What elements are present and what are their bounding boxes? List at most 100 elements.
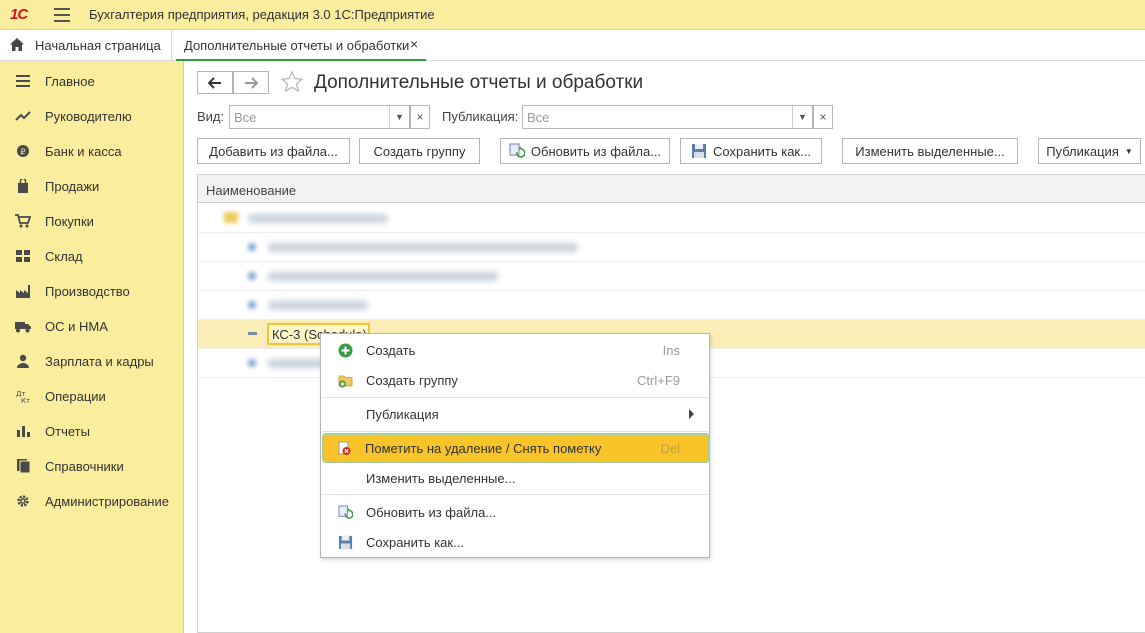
blurred-text — [248, 214, 388, 223]
sidebar-item-label: Операции — [45, 389, 106, 404]
folder-icon — [224, 212, 238, 223]
menu-item-publication[interactable]: Публикация — [322, 399, 708, 429]
menu-item-mark-delete[interactable]: Пометить на удаление / Снять пометку Del — [322, 433, 710, 463]
sidebar-item-bank[interactable]: ₽ Банк и касса — [0, 133, 183, 168]
sidebar-item-manager[interactable]: Руководителю — [0, 98, 183, 133]
change-selected-button[interactable]: Изменить выделенные... — [842, 138, 1018, 164]
app-title: Бухгалтерия предприятия, редакция 3.0 1С… — [89, 7, 435, 22]
view-filter-clear-button[interactable]: × — [410, 105, 430, 129]
table-row[interactable] — [198, 291, 1145, 320]
column-header-name[interactable]: Наименование — [206, 183, 296, 198]
cart-icon — [15, 214, 31, 228]
menu-item-update-from-file[interactable]: Обновить из файла... — [322, 497, 708, 527]
sidebar-item-label: Зарплата и кадры — [45, 354, 154, 369]
sidebar-item-directories[interactable]: Справочники — [0, 448, 183, 483]
publication-filter-select[interactable]: Все ▼ — [522, 105, 813, 129]
chevron-down-icon: ▼ — [1124, 146, 1133, 156]
chevron-down-icon[interactable]: ▼ — [389, 106, 409, 128]
close-icon[interactable]: × — [410, 36, 418, 52]
sidebar-item-warehouse[interactable]: Склад — [0, 238, 183, 273]
sidebar-item-salary[interactable]: Зарплата и кадры — [0, 343, 183, 378]
publication-filter-clear-button[interactable]: × — [813, 105, 833, 129]
menu-item-create[interactable]: Создать Ins — [322, 335, 708, 365]
forward-button[interactable] — [233, 71, 269, 94]
menu-item-label: Изменить выделенные... — [366, 471, 516, 486]
menu-item-shortcut: Del — [660, 441, 680, 456]
save-as-label: Сохранить как... — [713, 143, 811, 159]
sidebar-item-administration[interactable]: Администрирование — [0, 483, 183, 518]
sidebar-item-sales[interactable]: Продажи — [0, 168, 183, 203]
update-from-file-button[interactable]: Обновить из файла... — [500, 138, 670, 164]
page-title: Дополнительные отчеты и обработки — [314, 72, 644, 93]
document-icon — [248, 301, 256, 309]
chevron-down-icon[interactable]: ▼ — [792, 106, 812, 128]
blurred-text — [268, 243, 578, 252]
trend-icon — [15, 111, 31, 121]
sidebar-item-reports[interactable]: Отчеты — [0, 413, 183, 448]
submenu-arrow-icon — [689, 409, 694, 419]
tab-home[interactable]: Начальная страница — [0, 30, 172, 60]
close-icon: × — [416, 110, 424, 124]
sidebar-item-label: Склад — [45, 249, 83, 264]
tab-home-label: Начальная страница — [35, 38, 161, 53]
sidebar-item-operations[interactable]: Дт Кт Операции — [0, 378, 183, 413]
back-button[interactable] — [197, 71, 233, 94]
sidebar-item-label: Банк и касса — [45, 144, 122, 159]
menu-item-save-as[interactable]: Сохранить как... — [322, 527, 708, 557]
delete-mark-icon — [338, 441, 351, 455]
row-marker-icon — [248, 332, 257, 335]
menu-separator — [322, 494, 708, 495]
document-icon — [248, 243, 256, 251]
view-filter-value: Все — [234, 110, 257, 125]
save-as-button[interactable]: Сохранить как... — [680, 138, 822, 164]
arrow-right-icon — [245, 76, 258, 89]
tab-additional-reports[interactable]: Дополнительные отчеты и обработки × — [176, 30, 426, 61]
tab-additional-reports-label: Дополнительные отчеты и обработки — [184, 38, 410, 53]
update-from-file-label: Обновить из файла... — [530, 143, 662, 159]
sidebar-item-label: ОС и НМА — [45, 319, 108, 334]
table-row[interactable] — [198, 204, 1145, 233]
bar-chart-icon — [17, 426, 30, 437]
sidebar-item-fixed-assets[interactable]: ОС и НМА — [0, 308, 183, 343]
gear-icon — [17, 495, 29, 507]
table-row[interactable] — [198, 233, 1145, 262]
sidebar-item-production[interactable]: Производство — [0, 273, 183, 308]
title-bar: 1С Бухгалтерия предприятия, редакция 3.0… — [0, 0, 1145, 30]
menu-item-shortcut: Ctrl+F9 — [637, 373, 680, 388]
sidebar-item-label: Главное — [45, 74, 95, 89]
table-row[interactable] — [198, 262, 1145, 291]
menu-item-label: Создать группу — [366, 373, 458, 388]
create-group-label: Создать группу — [373, 143, 466, 159]
app-logo: 1С — [10, 6, 28, 23]
context-menu: Создать Ins Создать группу Ctrl+F9 Публи… — [320, 333, 710, 558]
save-icon — [338, 535, 353, 550]
add-from-file-label: Добавить из файла... — [209, 143, 338, 159]
view-filter-select[interactable]: Все ▼ — [229, 105, 410, 129]
view-filter-label: Вид: — [197, 109, 225, 124]
sidebar: Главное Руководителю ₽ Банк и касса Прод… — [0, 61, 184, 633]
main-menu-icon[interactable] — [54, 8, 70, 22]
home-icon — [10, 38, 24, 51]
menu-item-create-group[interactable]: Создать группу Ctrl+F9 — [322, 365, 708, 395]
sidebar-item-label: Отчеты — [45, 424, 90, 439]
publication-dropdown-button[interactable]: Публикация ▼ — [1038, 138, 1141, 164]
menu-item-change-selected[interactable]: Изменить выделенные... — [322, 463, 708, 493]
blurred-text — [268, 301, 368, 310]
sidebar-item-main[interactable]: Главное — [0, 63, 183, 98]
create-group-button[interactable]: Создать группу — [359, 138, 480, 164]
update-file-icon — [338, 505, 353, 519]
sidebar-item-label: Справочники — [45, 459, 124, 474]
arrow-left-icon — [208, 76, 221, 89]
sidebar-item-purchases[interactable]: Покупки — [0, 203, 183, 238]
menu-item-label: Сохранить как... — [366, 535, 464, 550]
add-from-file-button[interactable]: Добавить из файла... — [197, 138, 350, 164]
save-icon — [692, 144, 707, 158]
truck-icon — [15, 322, 31, 333]
sidebar-item-label: Руководителю — [45, 109, 132, 124]
menu-item-label: Пометить на удаление / Снять пометку — [365, 441, 602, 456]
bag-icon — [18, 179, 28, 193]
menu-item-label: Создать — [366, 343, 416, 358]
favorite-star-icon[interactable] — [280, 70, 304, 94]
sidebar-item-label: Производство — [45, 284, 130, 299]
menu-separator — [322, 431, 708, 432]
